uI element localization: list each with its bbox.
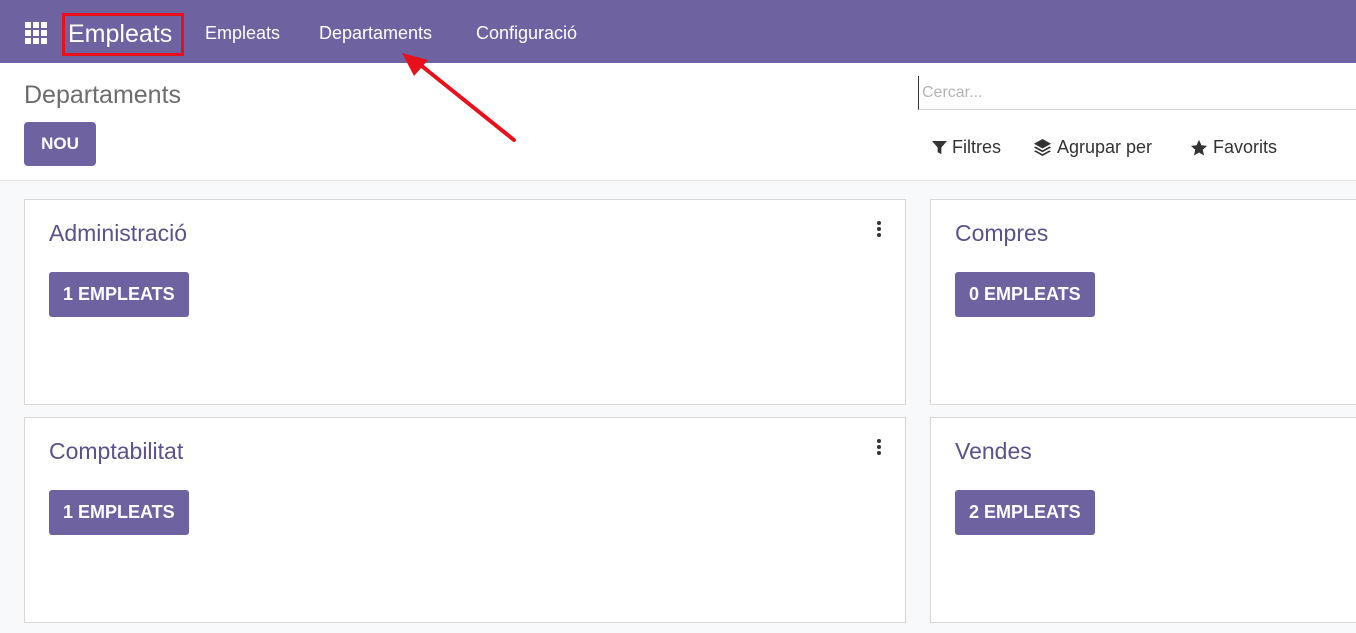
search-input[interactable] <box>918 76 1356 110</box>
department-card-administracio[interactable]: Administració 1 EMPLEATS <box>24 199 906 405</box>
employees-button[interactable]: 0 EMPLEATS <box>955 272 1095 317</box>
page-title: Departaments <box>24 81 182 109</box>
group-by-button[interactable]: Agrupar per <box>1033 137 1152 158</box>
group-by-label: Agrupar per <box>1057 137 1153 157</box>
star-icon <box>1190 139 1208 155</box>
layers-icon <box>1033 138 1052 157</box>
card-title: Comptabilitat <box>49 438 184 464</box>
department-card-compres[interactable]: Compres 0 EMPLEATS <box>930 199 1356 405</box>
filter-icon <box>932 140 947 155</box>
employees-button[interactable]: 2 EMPLEATS <box>955 490 1095 535</box>
department-card-vendes[interactable]: Vendes 2 EMPLEATS <box>930 417 1356 623</box>
nav-item-departaments[interactable]: Departaments <box>319 22 432 44</box>
kebab-menu-icon[interactable] <box>876 439 882 455</box>
filters-button[interactable]: Filtres <box>932 137 1001 158</box>
department-card-comptabilitat[interactable]: Comptabilitat 1 EMPLEATS <box>24 417 906 623</box>
new-button[interactable]: NOU <box>24 122 96 166</box>
apps-grid-icon[interactable] <box>25 22 47 44</box>
card-title: Compres <box>955 220 1049 246</box>
filters-label: Filtres <box>952 137 1001 157</box>
employees-button[interactable]: 1 EMPLEATS <box>49 272 189 317</box>
favorites-label: Favorits <box>1213 137 1278 157</box>
card-title: Vendes <box>955 438 1032 464</box>
favorites-button[interactable]: Favorits <box>1190 137 1277 158</box>
control-panel: Departaments NOU Filtres Agrupar per Fav… <box>0 63 1356 181</box>
card-title: Administració <box>49 220 188 246</box>
kebab-menu-icon[interactable] <box>876 221 882 237</box>
app-brand[interactable]: Empleats <box>62 13 184 56</box>
nav-item-configuracio[interactable]: Configuració <box>476 22 577 44</box>
employees-button[interactable]: 1 EMPLEATS <box>49 490 189 535</box>
top-navbar: Empleats Empleats Departaments Configura… <box>0 0 1356 63</box>
nav-item-empleats[interactable]: Empleats <box>205 22 280 44</box>
